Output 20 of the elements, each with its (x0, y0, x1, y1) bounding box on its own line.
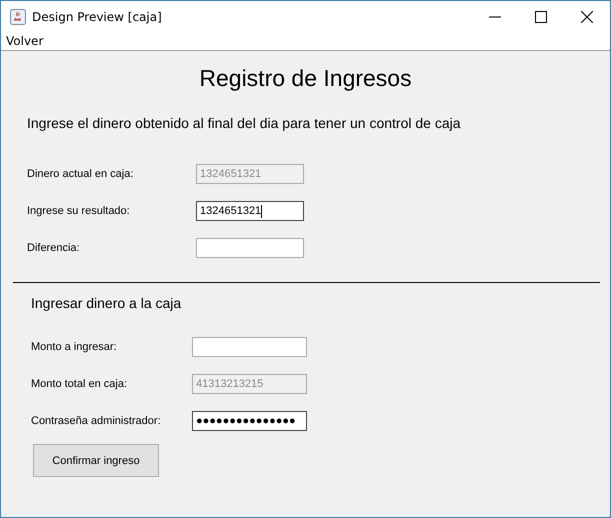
field-label: Contraseña administrador: (31, 415, 162, 427)
field-label: Diferencia: (27, 242, 81, 254)
confirm-button[interactable]: Confirmar ingreso (33, 444, 159, 477)
input-field[interactable]: 1324651321 (196, 201, 304, 221)
instruction-text: Ingrese el dinero obtenido al final del dia para tener un control de caja (27, 115, 462, 131)
window-title: Design Preview [caja] (32, 10, 163, 24)
input-field[interactable] (196, 238, 304, 258)
section-title: Ingresar dinero a la caja (31, 295, 182, 311)
form-heading: Registro de Ingresos (198, 65, 413, 93)
minimize-icon[interactable] (489, 16, 501, 18)
menu-item[interactable]: Volver (1, 34, 48, 48)
close-icon[interactable] (581, 10, 593, 22)
field-label: Dinero actual en caja: (27, 168, 134, 180)
maximize-icon[interactable] (535, 10, 547, 22)
field-label: Monto a ingresar: (31, 341, 118, 353)
input-field[interactable] (192, 337, 307, 357)
input-field[interactable]: ●●●●●●●●●●●●●●● (192, 411, 307, 431)
field-label: Monto total en caja: (31, 378, 128, 390)
field-label: Ingrese su resultado: (27, 205, 131, 217)
app-icon (10, 8, 26, 24)
